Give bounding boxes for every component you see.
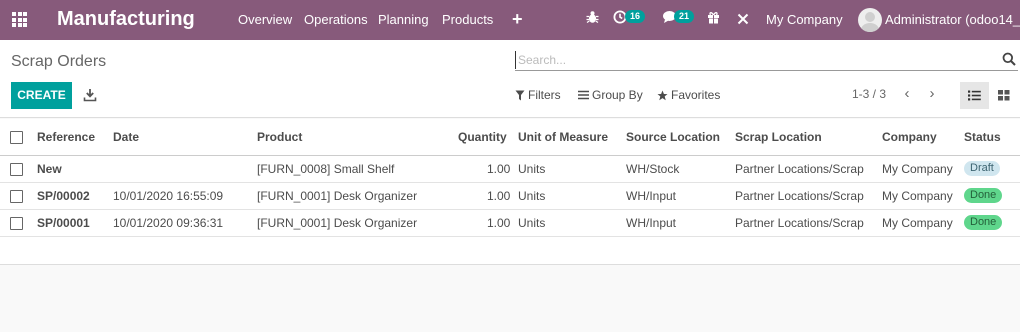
search-box bbox=[515, 49, 1018, 71]
page-title[interactable]: Scrap Orders bbox=[11, 53, 106, 71]
table-row[interactable]: New [FURN_0008] Small Shelf 1.00 Units W… bbox=[0, 156, 1020, 183]
table-row[interactable]: SP/00002 10/01/2020 16:55:09 [FURN_0001]… bbox=[0, 183, 1020, 210]
reference-cell: New bbox=[37, 162, 62, 176]
column-quantity[interactable]: Quantity bbox=[458, 130, 507, 144]
gift-icon[interactable] bbox=[707, 10, 720, 24]
kanban-view-icon bbox=[998, 90, 1010, 101]
menu-overview[interactable]: Overview bbox=[238, 12, 292, 27]
plus-icon[interactable]: + bbox=[512, 9, 523, 30]
filters-button[interactable]: Filters bbox=[515, 88, 561, 102]
product-cell: [FURN_0001] Desk Organizer bbox=[257, 216, 418, 230]
chevron-right-icon[interactable]: › bbox=[925, 86, 939, 102]
column-date[interactable]: Date bbox=[113, 130, 139, 144]
chevron-left-icon[interactable]: ‹ bbox=[900, 86, 914, 102]
tools-icon[interactable] bbox=[737, 13, 749, 25]
menu-products[interactable]: Products bbox=[442, 12, 493, 27]
column-source-location[interactable]: Source Location bbox=[626, 130, 720, 144]
group-by-label: Group By bbox=[592, 88, 643, 102]
uom-cell: Units bbox=[518, 162, 546, 176]
uom-cell: Units bbox=[518, 216, 546, 230]
filter-icon bbox=[515, 90, 525, 100]
scrap-orders-table: Reference Date Product Quantity Unit of … bbox=[0, 119, 1020, 265]
quantity-cell: 1.00 bbox=[487, 162, 511, 176]
table-row[interactable]: SP/00001 10/01/2020 09:36:31 [FURN_0001]… bbox=[0, 210, 1020, 237]
scrap-location-cell: Partner Locations/Scrap bbox=[735, 162, 864, 176]
date-cell: 10/01/2020 09:36:31 bbox=[113, 216, 224, 230]
select-all-checkbox[interactable] bbox=[10, 131, 23, 144]
company-cell: My Company bbox=[882, 216, 953, 230]
column-status[interactable]: Status bbox=[964, 130, 1001, 144]
column-reference[interactable]: Reference bbox=[37, 130, 95, 144]
bug-icon[interactable] bbox=[586, 10, 599, 24]
create-button[interactable]: CREATE bbox=[11, 82, 72, 109]
list-view-button[interactable] bbox=[960, 82, 989, 109]
column-company[interactable]: Company bbox=[882, 130, 937, 144]
quantity-cell: 1.00 bbox=[487, 216, 511, 230]
status-badge: Done bbox=[964, 215, 1003, 230]
source-location-cell: WH/Input bbox=[626, 189, 677, 203]
scrap-location-cell: Partner Locations/Scrap bbox=[735, 189, 864, 203]
status-badge: Done bbox=[964, 188, 1003, 203]
list-view-icon bbox=[968, 90, 981, 101]
menu-operations[interactable]: Operations bbox=[304, 12, 368, 27]
top-navbar: Manufacturing Overview Operations Planni… bbox=[0, 0, 1020, 40]
menu-planning[interactable]: Planning bbox=[378, 12, 429, 27]
search-input[interactable] bbox=[515, 51, 995, 69]
scrap-location-cell: Partner Locations/Scrap bbox=[735, 216, 864, 230]
source-location-cell: WH/Input bbox=[626, 216, 677, 230]
favorites-button[interactable]: Favorites bbox=[657, 88, 720, 102]
column-unit-of-measure[interactable]: Unit of Measure bbox=[518, 130, 608, 144]
status-badge: Draft bbox=[964, 161, 1000, 176]
row-checkbox[interactable] bbox=[10, 217, 23, 230]
star-icon bbox=[657, 90, 668, 100]
source-location-cell: WH/Stock bbox=[626, 162, 680, 176]
company-switcher[interactable]: My Company bbox=[766, 12, 843, 27]
apps-grid-icon[interactable] bbox=[12, 12, 28, 27]
app-title[interactable]: Manufacturing bbox=[57, 8, 195, 31]
pager-value[interactable]: 1-3 / 3 bbox=[852, 87, 886, 101]
control-panel: Scrap Orders CREATE Filters Group By Fav… bbox=[0, 40, 1020, 118]
kanban-view-button[interactable] bbox=[993, 82, 1015, 109]
download-icon[interactable] bbox=[83, 88, 97, 102]
product-cell: [FURN_0008] Small Shelf bbox=[257, 162, 395, 176]
reference-cell: SP/00002 bbox=[37, 189, 90, 203]
messages-count-badge: 21 bbox=[674, 10, 695, 23]
uom-cell: Units bbox=[518, 189, 546, 203]
column-scrap-location[interactable]: Scrap Location bbox=[735, 130, 822, 144]
company-cell: My Company bbox=[882, 162, 953, 176]
bars-icon bbox=[578, 90, 589, 100]
filters-label: Filters bbox=[528, 88, 561, 102]
date-cell: 10/01/2020 16:55:09 bbox=[113, 189, 224, 203]
user-menu[interactable]: Administrator (odoo14_e) bbox=[885, 12, 1020, 27]
avatar[interactable] bbox=[858, 8, 882, 32]
table-header: Reference Date Product Quantity Unit of … bbox=[0, 119, 1020, 156]
reference-cell: SP/00001 bbox=[37, 216, 90, 230]
favorites-label: Favorites bbox=[671, 88, 721, 102]
activity-count-badge: 16 bbox=[625, 10, 646, 23]
group-by-button[interactable]: Group By bbox=[578, 88, 643, 102]
column-product[interactable]: Product bbox=[257, 130, 302, 144]
product-cell: [FURN_0001] Desk Organizer bbox=[257, 189, 418, 203]
row-checkbox[interactable] bbox=[10, 190, 23, 203]
search-icon[interactable] bbox=[1002, 52, 1016, 66]
company-cell: My Company bbox=[882, 189, 953, 203]
row-checkbox[interactable] bbox=[10, 163, 23, 176]
quantity-cell: 1.00 bbox=[487, 189, 511, 203]
